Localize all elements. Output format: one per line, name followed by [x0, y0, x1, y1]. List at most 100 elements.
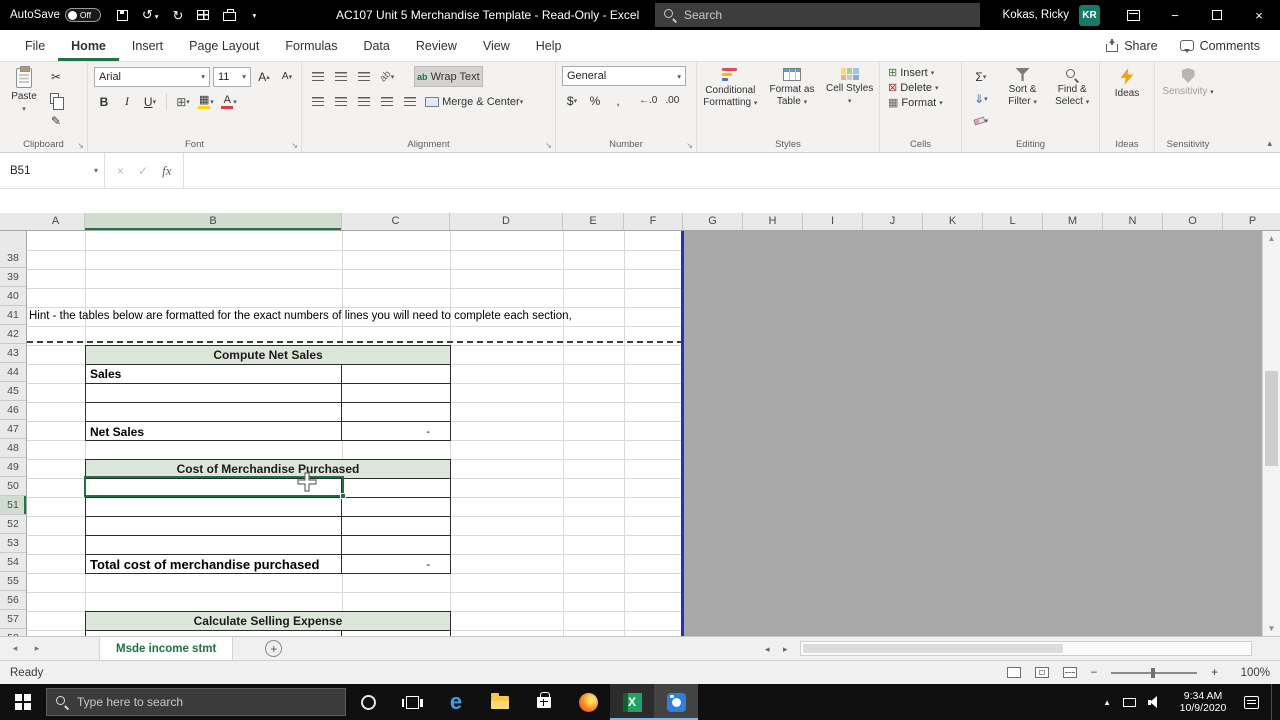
dialog-launcher-icon[interactable]: ↘ [291, 141, 298, 150]
tab-insert[interactable]: Insert [119, 30, 176, 61]
decrease-font-button[interactable]: A ▾ [277, 66, 297, 87]
taskbar-clock[interactable]: 9:34 AM 10/9/2020 [1174, 690, 1232, 715]
volume-icon[interactable] [1148, 696, 1162, 708]
increase-font-button[interactable]: A ▴ [254, 66, 274, 87]
maximize-button[interactable] [1196, 0, 1238, 30]
ribbon-display-options-button[interactable] [1112, 0, 1154, 30]
align-center-button[interactable] [331, 91, 351, 112]
borders-button[interactable]: ⊞ ▾ [173, 91, 193, 112]
merge-center-button[interactable]: Merge & Center ▾ [423, 91, 525, 112]
horizontal-scrollbar[interactable] [800, 641, 1252, 656]
format-cells-button[interactable]: ▦ Format ▾ [888, 96, 959, 110]
cell-C46[interactable] [342, 384, 450, 402]
zoom-in-button[interactable]: + [1211, 667, 1218, 679]
column-header-P[interactable]: P [1223, 213, 1280, 230]
titlebar-search-box[interactable]: Search [655, 3, 980, 27]
sort-filter-button[interactable]: Sort & Filter ▾ [998, 66, 1048, 138]
action-center-icon[interactable] [1244, 695, 1259, 709]
cell-C55[interactable]: - [342, 555, 450, 574]
font-color-button[interactable]: A ▾ [219, 91, 239, 112]
print-icon[interactable] [223, 9, 237, 21]
user-name[interactable]: Kokas, Ricky [1003, 9, 1069, 21]
cell-B55[interactable]: Total cost of merchandise purchased [86, 555, 342, 574]
cut-button[interactable]: ✂ [46, 66, 66, 87]
column-header-K[interactable]: K [923, 213, 983, 230]
network-icon[interactable] [1123, 697, 1136, 707]
zoom-slider-thumb[interactable] [1151, 667, 1156, 678]
tab-file[interactable]: File [12, 30, 58, 61]
view-page-break-button[interactable] [1062, 667, 1077, 678]
sheet-nav-right-icon[interactable]: ▸ [30, 643, 44, 654]
cell-B47[interactable] [86, 403, 342, 421]
tab-view[interactable]: View [470, 30, 523, 61]
horizontal-scrollbar-thumb[interactable] [803, 644, 1063, 653]
insert-function-icon[interactable]: fx [162, 163, 171, 179]
sheet-tab-msde-income-stmt[interactable]: Msde income stmt [99, 637, 234, 660]
align-bottom-button[interactable] [354, 66, 374, 87]
percent-button[interactable]: % [585, 90, 605, 111]
italic-button[interactable]: I [117, 91, 137, 112]
redo-icon[interactable]: ↻ [173, 9, 184, 22]
cell-A42-hint-text[interactable]: Hint - the tables below are formatted fo… [29, 307, 572, 326]
column-header-O[interactable]: O [1163, 213, 1223, 230]
name-box[interactable]: B51 [0, 153, 88, 188]
zoom-out-button[interactable]: − [1091, 667, 1098, 679]
decrease-decimal-button[interactable]: .00 [662, 90, 682, 111]
orientation-button[interactable]: ab ▾ [377, 66, 397, 87]
font-family-select[interactable]: Arial ▾ [94, 66, 210, 87]
cell-B46[interactable] [86, 384, 342, 402]
formula-input[interactable] [184, 153, 1280, 188]
row-header-40[interactable]: 40 [0, 287, 26, 306]
currency-button[interactable]: $ ▾ [562, 90, 582, 111]
tab-review[interactable]: Review [403, 30, 470, 61]
undo-button[interactable]: ↺ ▾ [142, 6, 159, 24]
column-header-B[interactable]: B [85, 213, 342, 230]
cell-C51[interactable] [342, 479, 450, 497]
fill-color-button[interactable]: ▦ ▾ [196, 91, 216, 112]
number-format-select[interactable]: General ▾ [562, 66, 686, 86]
edge-button[interactable]: e [434, 684, 478, 720]
row-header-57[interactable]: 57 [0, 610, 26, 629]
show-desktop-button[interactable] [1271, 684, 1276, 720]
column-header-F[interactable]: F [624, 213, 683, 230]
column-header-J[interactable]: J [863, 213, 923, 230]
wrap-text-button[interactable]: ab Wrap Text [414, 66, 483, 87]
dialog-launcher-icon[interactable]: ↘ [77, 141, 84, 150]
save-icon[interactable] [116, 9, 128, 21]
column-header-M[interactable]: M [1043, 213, 1103, 230]
cell-styles-button[interactable]: Cell Styles ▾ [824, 66, 876, 138]
decrease-indent-button[interactable] [377, 91, 397, 112]
sensitivity-button[interactable]: Sensitivity ▾ [1157, 66, 1219, 99]
column-header-N[interactable]: N [1103, 213, 1163, 230]
row-header-58[interactable]: 58 [0, 629, 26, 636]
minimize-button[interactable]: − [1154, 0, 1196, 30]
cell-C52[interactable] [342, 498, 450, 516]
bold-button[interactable]: B [94, 91, 114, 112]
row-header-41[interactable]: 41 [0, 306, 26, 325]
comments-button[interactable]: Comments [1179, 39, 1260, 53]
cell-B53[interactable] [86, 517, 342, 535]
cell-C45[interactable] [342, 365, 450, 383]
store-button[interactable] [522, 684, 566, 720]
cell-B45[interactable]: Sales [86, 365, 342, 383]
font-size-select[interactable]: 11 ▾ [213, 66, 251, 87]
fill-handle[interactable] [340, 493, 346, 499]
underline-button[interactable]: U ▾ [140, 91, 160, 112]
add-sheet-button[interactable]: + [265, 640, 283, 657]
align-left-button[interactable] [308, 91, 328, 112]
scroll-up-icon[interactable]: ▲ [1263, 231, 1280, 246]
hscroll-left-icon[interactable]: ◂ [765, 637, 770, 661]
cell-C53[interactable] [342, 517, 450, 535]
find-select-button[interactable]: Find & Select ▾ [1047, 66, 1097, 138]
cell-C54[interactable] [342, 536, 450, 554]
cell-C48[interactable]: - [342, 422, 450, 441]
row-header-47[interactable]: 47 [0, 420, 26, 439]
cell-B54[interactable] [86, 536, 342, 554]
cell-B52[interactable] [86, 498, 342, 516]
name-box-dropdown-icon[interactable]: ▾ [88, 166, 104, 175]
row-header-38[interactable]: 38 [0, 249, 26, 268]
task-view-button[interactable] [390, 684, 434, 720]
row-header-44[interactable]: 44 [0, 363, 26, 382]
autosave-switch[interactable]: Off [64, 8, 101, 22]
column-header-I[interactable]: I [803, 213, 863, 230]
